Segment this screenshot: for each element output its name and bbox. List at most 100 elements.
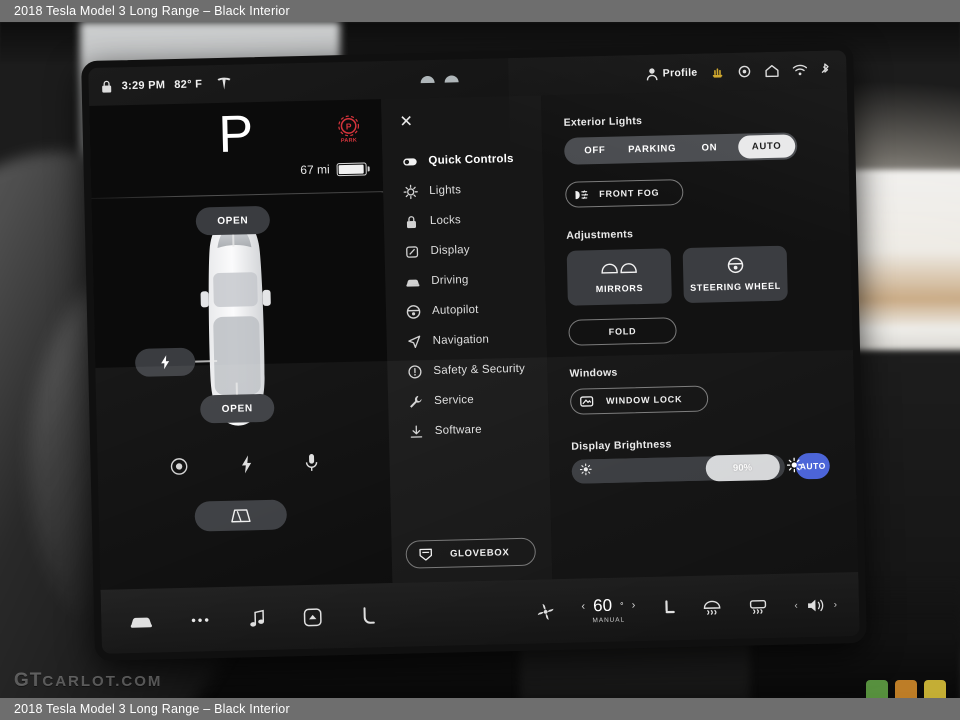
display-brightness-slider[interactable]: 90% <box>571 453 802 484</box>
climate-vent-icon <box>419 74 435 83</box>
fan-icon[interactable] <box>536 602 555 621</box>
volume-control[interactable]: ‹ › <box>794 596 837 614</box>
display-brightness-title: Display Brightness <box>571 438 672 453</box>
menu-item-software[interactable]: Software <box>389 413 550 447</box>
car-icon <box>405 274 420 289</box>
menu-item-label: Driving <box>431 274 469 287</box>
lock-icon <box>404 214 419 229</box>
menu-item-autopilot[interactable]: Autopilot <box>386 293 547 327</box>
navigation-arrow-icon <box>407 334 422 349</box>
more-options-button[interactable]: ••• <box>191 612 211 627</box>
volume-increase-button[interactable]: › <box>834 599 838 610</box>
tesla-touchscreen[interactable]: 3:29 PM 82° F Profile P P PARK 67 mi OPE… <box>81 42 867 662</box>
volume-decrease-button[interactable]: ‹ <box>794 600 798 611</box>
chip-orange[interactable] <box>895 680 917 698</box>
charge-port-button[interactable] <box>134 347 196 377</box>
frunk-open-button[interactable]: OPEN <box>195 205 271 236</box>
display-brightness-row: 90% AUTO <box>571 452 831 485</box>
fold-label: FOLD <box>608 326 637 337</box>
front-fog-button[interactable]: FRONT FOG <box>565 179 684 208</box>
menu-item-navigation[interactable]: Navigation <box>386 323 547 357</box>
steering-wheel-card[interactable]: STEERING WHEEL <box>682 245 788 304</box>
mirrors-label: MIRRORS <box>595 282 644 295</box>
phone-icon[interactable] <box>360 606 377 625</box>
steering-wheel-icon <box>726 257 743 276</box>
app-launcher-icon[interactable] <box>303 607 322 626</box>
exterior-lights-option-auto[interactable]: AUTO <box>737 134 796 159</box>
music-note-icon[interactable] <box>249 609 265 628</box>
page-title-bottom: 2018 Tesla Model 3 Long Range – Black In… <box>0 698 960 720</box>
microphone-icon[interactable] <box>304 453 318 473</box>
home-icon[interactable] <box>764 64 779 78</box>
brightness-auto-label: AUTO <box>799 460 826 472</box>
screenshot-root: 2018 Tesla Model 3 Long Range – Black In… <box>0 0 960 720</box>
sentry-mode-icon[interactable] <box>169 456 188 475</box>
climate-temperature-row: ‹ 60 ° › <box>581 595 635 616</box>
menu-item-service[interactable]: Service <box>388 383 549 417</box>
alert-circle-icon <box>407 364 422 379</box>
fog-lamp-icon <box>566 188 596 202</box>
seat-heater-icon[interactable] <box>661 599 676 618</box>
fold-button[interactable]: FOLD <box>568 317 677 346</box>
lights-icon <box>403 184 418 199</box>
gear-indicator: P <box>217 105 254 164</box>
exterior-lights-option-parking[interactable]: PARKING <box>623 137 681 161</box>
menu-item-safety-security[interactable]: Safety & Security <box>387 353 548 387</box>
vehicle-interior-photo: 3:29 PM 82° F Profile P P PARK 67 mi OPE… <box>0 22 960 698</box>
window-lock-icon <box>571 394 601 409</box>
temp-decrease-button[interactable]: ‹ <box>581 600 585 612</box>
wrench-icon <box>408 394 423 409</box>
exterior-lights-option-off[interactable]: OFF <box>566 138 624 162</box>
tesla-t-logo-icon[interactable] <box>215 76 232 91</box>
menu-item-display[interactable]: Display <box>384 233 545 267</box>
brightness-value: 90% <box>732 461 753 474</box>
color-chips <box>866 680 946 698</box>
steering-wheel-label: STEERING WHEEL <box>690 280 782 293</box>
wiper-button[interactable] <box>194 499 288 532</box>
glovebox-button[interactable]: GLOVEBOX <box>405 537 537 569</box>
glovebox-icon <box>413 546 439 562</box>
sun-icon-small <box>579 462 592 480</box>
trunk-open-button[interactable]: OPEN <box>199 393 275 424</box>
menu-item-label: Navigation <box>432 333 490 347</box>
page-title-top: 2018 Tesla Model 3 Long Range – Black In… <box>0 0 960 22</box>
gear-icon[interactable] <box>737 64 751 78</box>
menu-item-quick-controls[interactable]: Quick Controls <box>382 143 543 177</box>
close-icon[interactable]: ✕ <box>399 113 413 130</box>
adjustment-cards: MIRRORS STEERING WHEEL <box>566 245 826 306</box>
menu-item-label: Quick Controls <box>428 153 514 168</box>
defrost-rear-icon[interactable] <box>748 598 768 615</box>
climate-temperature-control[interactable]: ‹ 60 ° › MANUAL <box>581 595 636 624</box>
profile-button[interactable]: Profile <box>646 66 698 80</box>
chip-green[interactable] <box>866 680 888 698</box>
bluetooth-icon[interactable] <box>820 63 830 77</box>
brightness-slider-thumb[interactable]: 90% <box>705 453 802 482</box>
climate-vent-icon <box>443 74 459 83</box>
exterior-lights-segmented-control[interactable]: OFF PARKING ON AUTO <box>563 132 798 165</box>
chip-yellow[interactable] <box>924 680 946 698</box>
exterior-lights-option-on[interactable]: ON <box>680 136 738 160</box>
window-lock-button[interactable]: WINDOW LOCK <box>569 385 709 415</box>
outside-temperature: 82° F <box>174 78 203 91</box>
defrost-front-icon[interactable] <box>702 599 722 616</box>
wifi-icon[interactable] <box>792 64 808 76</box>
car-icon[interactable] <box>129 613 153 629</box>
menu-item-lights[interactable]: Lights <box>383 173 544 207</box>
menu-item-locks[interactable]: Locks <box>384 203 545 237</box>
controls-menu-panel: ✕ Quick Controls Lights Locks Display Dr… <box>381 95 553 583</box>
seat-heater-icon[interactable] <box>710 65 724 79</box>
menu-item-label: Service <box>434 394 475 407</box>
lock-icon[interactable] <box>100 79 112 93</box>
clock: 3:29 PM <box>121 79 166 93</box>
status-bar-left: 3:29 PM 82° F <box>100 76 232 94</box>
volume-icon[interactable] <box>806 596 826 613</box>
menu-item-label: Software <box>434 423 482 437</box>
mirrors-card[interactable]: MIRRORS <box>566 248 672 306</box>
car-status-panel: P P PARK 67 mi OPEN OPEN <box>89 99 393 590</box>
charging-bolt-icon[interactable] <box>239 454 253 474</box>
glovebox-label: GLOVEBOX <box>449 546 510 560</box>
temp-increase-button[interactable]: › <box>632 599 636 611</box>
menu-item-driving[interactable]: Driving <box>385 263 546 297</box>
menu-item-label: Autopilot <box>431 303 479 317</box>
status-bar-right: Profile <box>646 63 831 81</box>
